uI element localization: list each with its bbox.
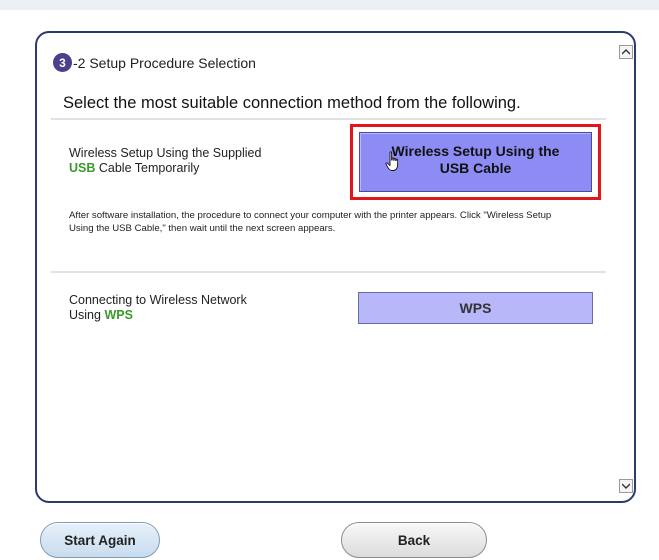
hand-pointer-icon: [385, 151, 399, 171]
wps-option-label-line1: Connecting to Wireless Network: [69, 293, 247, 307]
usb-option-label-rest: Cable Temporarily: [95, 161, 200, 175]
setup-panel: 3 -2 Setup Procedure Selection Select th…: [35, 31, 636, 503]
wps-highlight-text: WPS: [104, 308, 133, 322]
step-title: -2 Setup Procedure Selection: [73, 54, 256, 71]
back-button[interactable]: Back: [341, 522, 487, 558]
start-again-button[interactable]: Start Again: [40, 522, 160, 558]
step-header: 3 -2 Setup Procedure Selection: [53, 53, 256, 72]
usb-option-description: After software installation, the procedu…: [69, 210, 552, 234]
usb-option-label-line1: Wireless Setup Using the Supplied: [69, 146, 262, 160]
window-top-band: [0, 0, 659, 10]
scroll-up-arrow-icon[interactable]: [619, 45, 633, 59]
wps-button[interactable]: WPS: [358, 292, 593, 324]
vertical-scrollbar[interactable]: [619, 45, 634, 493]
instruction-text: Select the most suitable connection meth…: [63, 94, 521, 112]
divider: [51, 271, 606, 273]
usb-highlight-text: USB: [69, 161, 96, 175]
usb-option-label: Wireless Setup Using the Supplied USB Ca…: [69, 146, 329, 176]
usb-button-line2: USB Cable: [439, 160, 512, 176]
step-number-badge: 3: [53, 53, 72, 72]
usb-button-line1: Wireless Setup Using the: [391, 143, 560, 159]
divider: [51, 118, 606, 120]
scroll-down-arrow-icon[interactable]: [619, 479, 633, 493]
wps-option-label-prefix: Using: [69, 308, 105, 322]
wps-option-label: Connecting to Wireless Network Using WPS: [69, 293, 329, 323]
